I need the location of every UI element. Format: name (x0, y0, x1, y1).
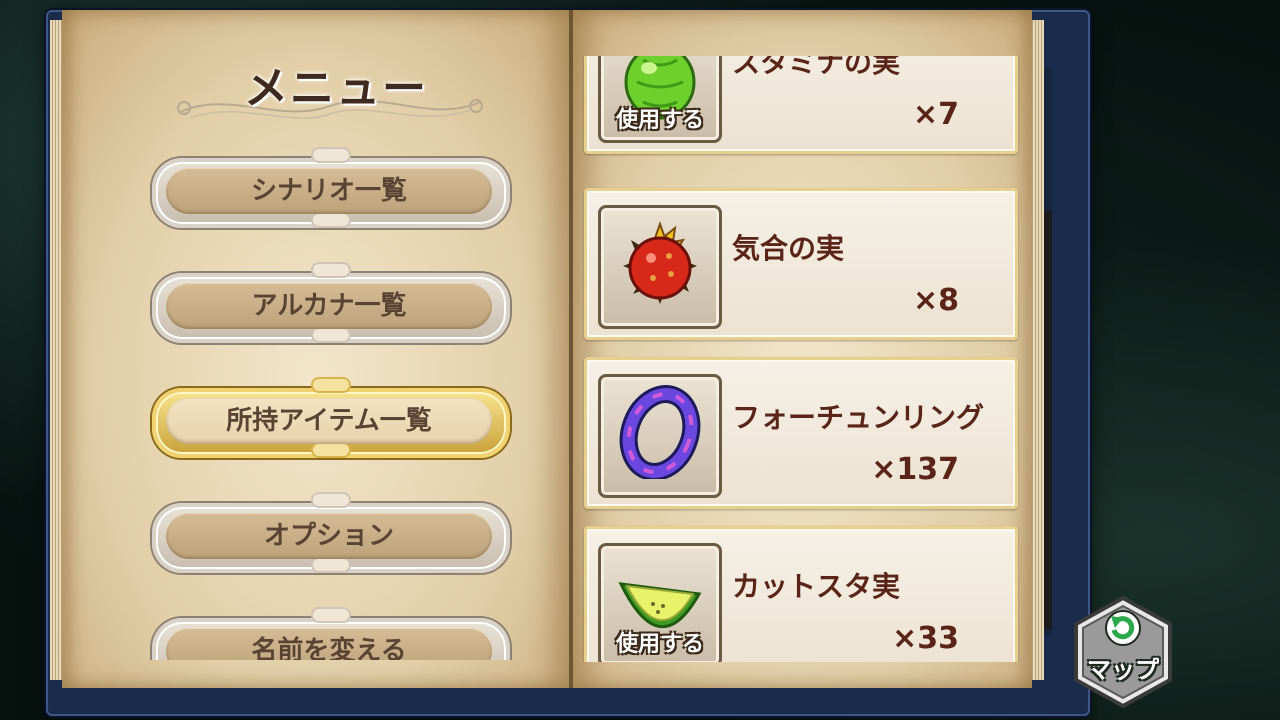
menu-list: シナリオ一覧 アルカナ一覧 所持アイテム一覧 オプション 名前を変える (148, 140, 518, 660)
item-icon-box: 使用する (598, 56, 722, 143)
button-cap-top (311, 147, 351, 163)
menu-button-label: シナリオ一覧 (250, 176, 407, 206)
map-button-label: マップ (1087, 656, 1159, 684)
ring-icon (619, 385, 701, 479)
button-cap-top (311, 262, 351, 278)
menu-button-item-list[interactable]: 所持アイテム一覧 (148, 370, 510, 464)
item-icon-box (598, 205, 722, 329)
button-cap-bottom (311, 442, 351, 458)
button-cap-top (311, 492, 351, 508)
button-cap-top (311, 607, 351, 623)
item-count: ×7 (912, 97, 959, 132)
page-edge-right (1030, 20, 1044, 680)
map-button[interactable]: マップ (1070, 594, 1176, 710)
item-row-fortune-ring[interactable]: フォーチュンリング ×137 (584, 357, 1018, 509)
item-icon-box (598, 374, 722, 498)
item-row-spirit-fruit[interactable]: 気合の実 ×8 (584, 188, 1018, 340)
menu-button-label: 所持アイテム一覧 (226, 406, 432, 436)
item-name: フォーチュンリング (732, 401, 985, 434)
button-cap-top (311, 377, 351, 393)
button-cap-bottom (311, 212, 351, 228)
use-button[interactable]: 使用する (605, 102, 715, 134)
item-count: ×137 (871, 452, 959, 487)
item-icon-box: 使用する (598, 543, 722, 662)
menu-title: メニュー (244, 63, 428, 114)
menu-button-label: 名前を変える (251, 636, 407, 660)
item-list[interactable]: 使用する スタミナの実 ×7 気合の実 ×8 フォーチュンリング ×137 使用… (582, 56, 1020, 662)
red-spiky-fruit-icon (623, 221, 697, 304)
menu-button-scenario-list[interactable]: シナリオ一覧 (148, 140, 510, 234)
refresh-arrow-icon (1105, 610, 1141, 646)
menu-button-change-name[interactable]: 名前を変える (148, 600, 510, 660)
button-cap-bottom (311, 327, 351, 343)
item-name: 気合の実 (732, 232, 845, 265)
item-name: カットスタ実 (732, 570, 901, 603)
button-cap-bottom (311, 557, 351, 573)
menu-button-arcana-list[interactable]: アルカナ一覧 (148, 255, 510, 349)
menu-button-label: オプション (263, 521, 394, 551)
item-count: ×8 (912, 283, 959, 318)
book-spine (569, 10, 573, 688)
scrollbar-thumb[interactable] (1044, 210, 1052, 630)
item-row-cut-fruit[interactable]: 使用する カットスタ実 ×33 (584, 526, 1018, 662)
item-row-stamina-fruit[interactable]: 使用する スタミナの実 ×7 (584, 56, 1018, 154)
menu-button-label: アルカナ一覧 (251, 291, 407, 321)
menu-button-options[interactable]: オプション (148, 485, 510, 579)
item-name: スタミナの実 (732, 56, 901, 79)
item-count: ×33 (892, 621, 959, 656)
use-button[interactable]: 使用する (605, 626, 715, 658)
